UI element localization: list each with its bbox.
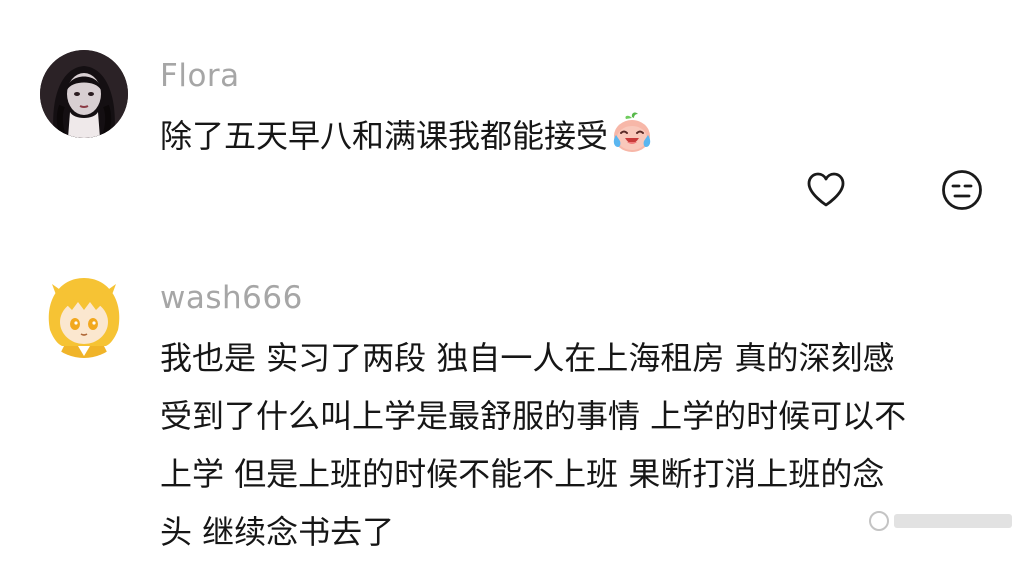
comment-line: 我也是 实习了两段 独自一人在上海租房 真的深刻感: [160, 339, 895, 377]
comment-line: 上学 但是上班的时候不能不上班 果断打消上班的念: [160, 455, 885, 493]
avatar-image: [40, 270, 128, 358]
neutral-face-icon[interactable]: [940, 168, 984, 212]
comment-line: 头 继续念书去了: [160, 513, 395, 551]
watermark-logo: [869, 511, 1012, 531]
heart-outline-icon[interactable]: [804, 168, 848, 212]
watermark: [866, 508, 1016, 540]
comment-text: 除了五天早八和满课我都能接受: [160, 107, 654, 165]
username[interactable]: wash666: [160, 280, 303, 316]
comment-text: 我也是 实习了两段 独自一人在上海租房 真的深刻感 受到了什么叫上学是最舒服的事…: [160, 329, 906, 561]
avatar[interactable]: [40, 50, 128, 138]
avatar[interactable]: [40, 270, 128, 358]
comment-item: Flora 除了五天早八和满课我都能接受: [0, 0, 1024, 240]
comment-line: 受到了什么叫上学是最舒服的事情 上学的时候可以不: [160, 397, 907, 435]
avatar-image: [40, 50, 128, 138]
crying-laughing-emoji-icon: [610, 111, 654, 155]
username[interactable]: Flora: [160, 58, 240, 94]
comment-body: 除了五天早八和满课我都能接受: [160, 117, 609, 155]
